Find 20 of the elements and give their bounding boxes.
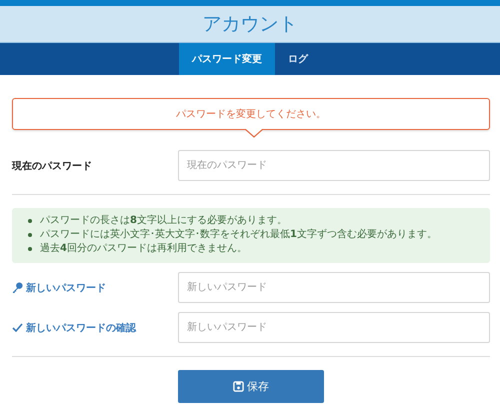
key-icon [12, 282, 23, 293]
check-icon [12, 323, 23, 332]
alert-message: パスワードを変更してください。 [176, 108, 326, 121]
page-title: アカウント [202, 12, 298, 37]
save-button[interactable]: 保存 [178, 370, 324, 403]
tab[interactable]: ログ [275, 43, 321, 75]
input-field[interactable]: 新しいパスワード [178, 272, 490, 303]
rule-text: 過去4回分のパスワードは再利用できません。 [40, 242, 247, 256]
field-label: 現在のパスワード [12, 160, 93, 172]
input-field[interactable]: 新しいパスワード [178, 312, 490, 343]
save-icon [233, 381, 244, 392]
bullet-icon [28, 247, 32, 251]
field-label: 新しいパスワード [26, 281, 106, 294]
tab[interactable]: パスワード変更 [179, 43, 275, 75]
bullet-icon [28, 219, 32, 223]
field-label: 新しいパスワードの確認 [26, 321, 136, 334]
bullet-icon [28, 233, 32, 237]
rule-text: パスワードには英小文字･英大文字･数字をそれぞれ最低1文字ずつ含む必要があります。 [40, 228, 437, 242]
rule-text: パスワードの長さは8文字以上にする必要があります。 [40, 214, 287, 228]
input-field[interactable]: 現在のパスワード [178, 150, 490, 181]
